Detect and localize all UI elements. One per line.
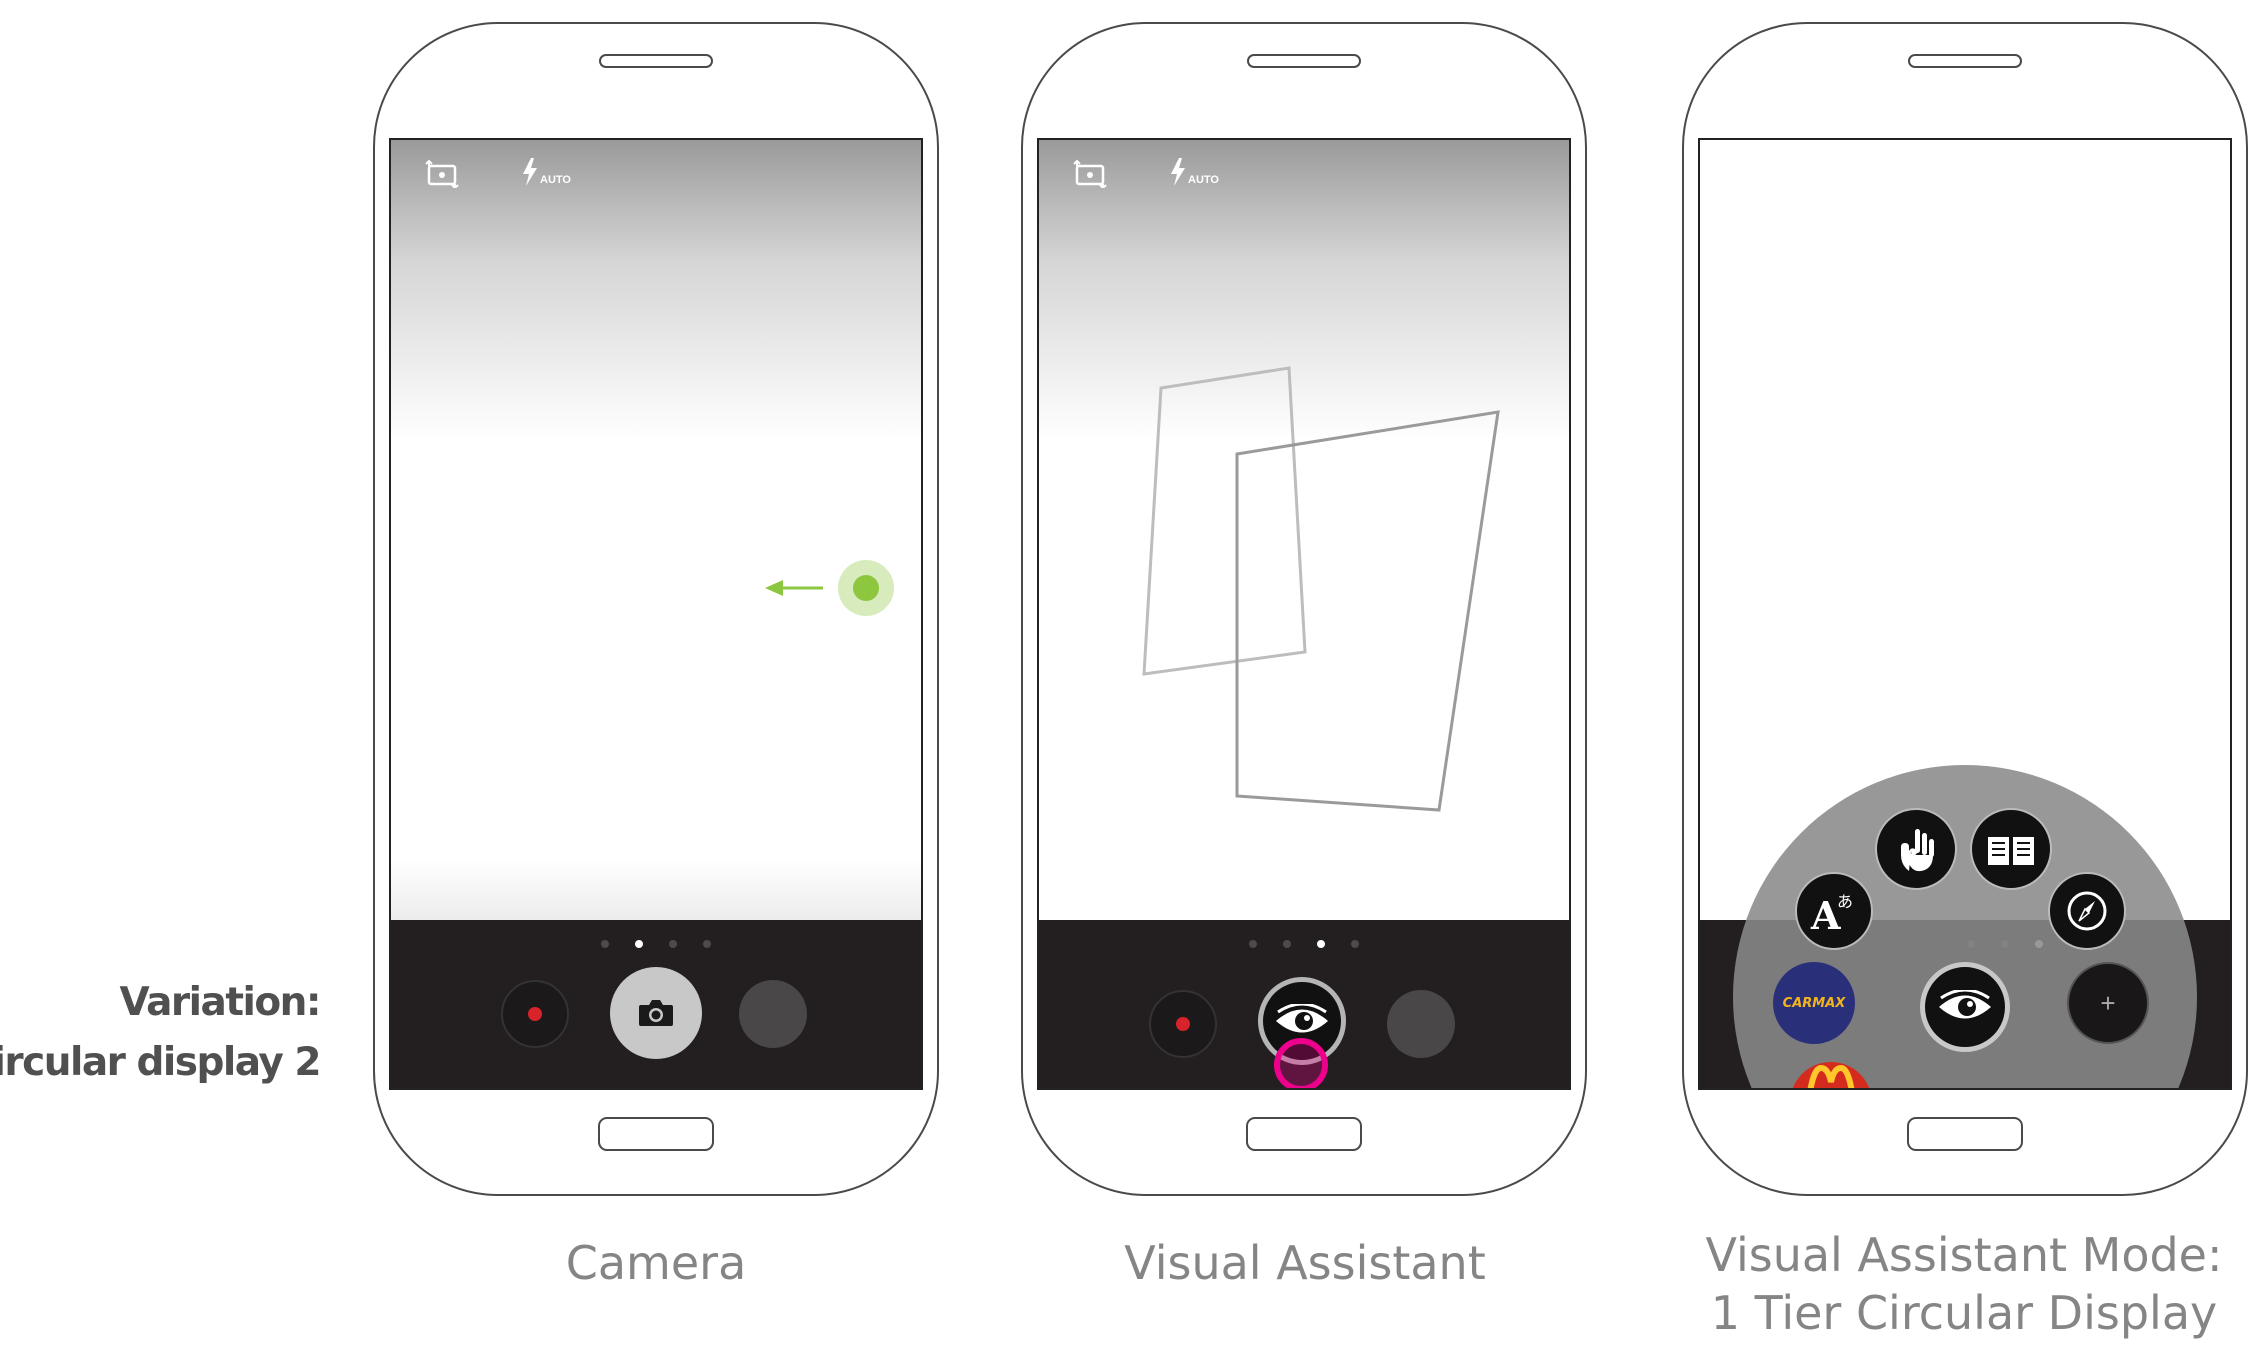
- menu-item-gesture[interactable]: [1875, 808, 1957, 890]
- record-video-button[interactable]: [501, 980, 569, 1048]
- camera-controls-bar: [391, 920, 921, 1088]
- phone-camera: AUTO: [373, 22, 939, 1196]
- ok-hand-icon: [1901, 829, 1934, 872]
- add-icon: +: [2100, 988, 2116, 1018]
- menu-item-add[interactable]: +: [2067, 962, 2149, 1044]
- visual-assistant-screen[interactable]: AUTO: [1037, 138, 1571, 1090]
- carmax-logo: CARMAX: [1782, 995, 1846, 1011]
- phone-speaker: [599, 54, 713, 68]
- mode-page-indicator: [601, 940, 711, 948]
- compass-icon: [2067, 891, 2107, 931]
- menu-item-translate[interactable]: A あ: [1795, 872, 1873, 950]
- page-dot: [669, 940, 677, 948]
- menu-item-carmax[interactable]: CARMAX: [1773, 962, 1855, 1044]
- visual-assistant-button[interactable]: [1920, 962, 2010, 1052]
- eye-icon: [1939, 990, 1991, 1019]
- menu-item-reader[interactable]: [1970, 808, 2052, 890]
- gallery-thumbnail-button[interactable]: [739, 980, 807, 1048]
- translate-icon: A あ: [1810, 892, 1853, 933]
- phone-visual-assistant-mode: A あ CARMAX +: [1682, 22, 2248, 1196]
- svg-text:あ: あ: [1837, 892, 1853, 911]
- phone-speaker: [1247, 54, 1361, 68]
- page-dot: [601, 940, 609, 948]
- caption-camera: Camera: [565, 1236, 747, 1290]
- camera-shutter-button[interactable]: [610, 967, 702, 1059]
- tap-hold-gesture: [1274, 1038, 1328, 1088]
- page-dot: [703, 940, 711, 948]
- home-button[interactable]: [1246, 1117, 1362, 1151]
- home-button[interactable]: [1907, 1117, 2023, 1151]
- caption-circular-display: 1 Tier Circular Display: [1710, 1286, 2218, 1340]
- menu-item-navigate[interactable]: [2048, 872, 2126, 950]
- camera-screen[interactable]: AUTO: [389, 138, 923, 1090]
- phone-visual-assistant: AUTO: [1021, 22, 1587, 1196]
- caption-visual-assistant-mode: Visual Assistant Mode:: [1705, 1228, 2223, 1282]
- variation-sublabel: Circular display 2: [0, 1040, 321, 1085]
- book-icon: [1988, 837, 2034, 865]
- variation-label: Variation:: [119, 980, 322, 1025]
- circular-menu: [1733, 765, 2197, 1088]
- camera-icon: [639, 1000, 673, 1026]
- caption-visual-assistant: Visual Assistant: [1124, 1236, 1486, 1290]
- home-button[interactable]: [598, 1117, 714, 1151]
- page-dot-active: [635, 940, 643, 948]
- visual-assistant-mode-screen[interactable]: A あ CARMAX +: [1698, 138, 2232, 1090]
- phone-speaker: [1908, 54, 2022, 68]
